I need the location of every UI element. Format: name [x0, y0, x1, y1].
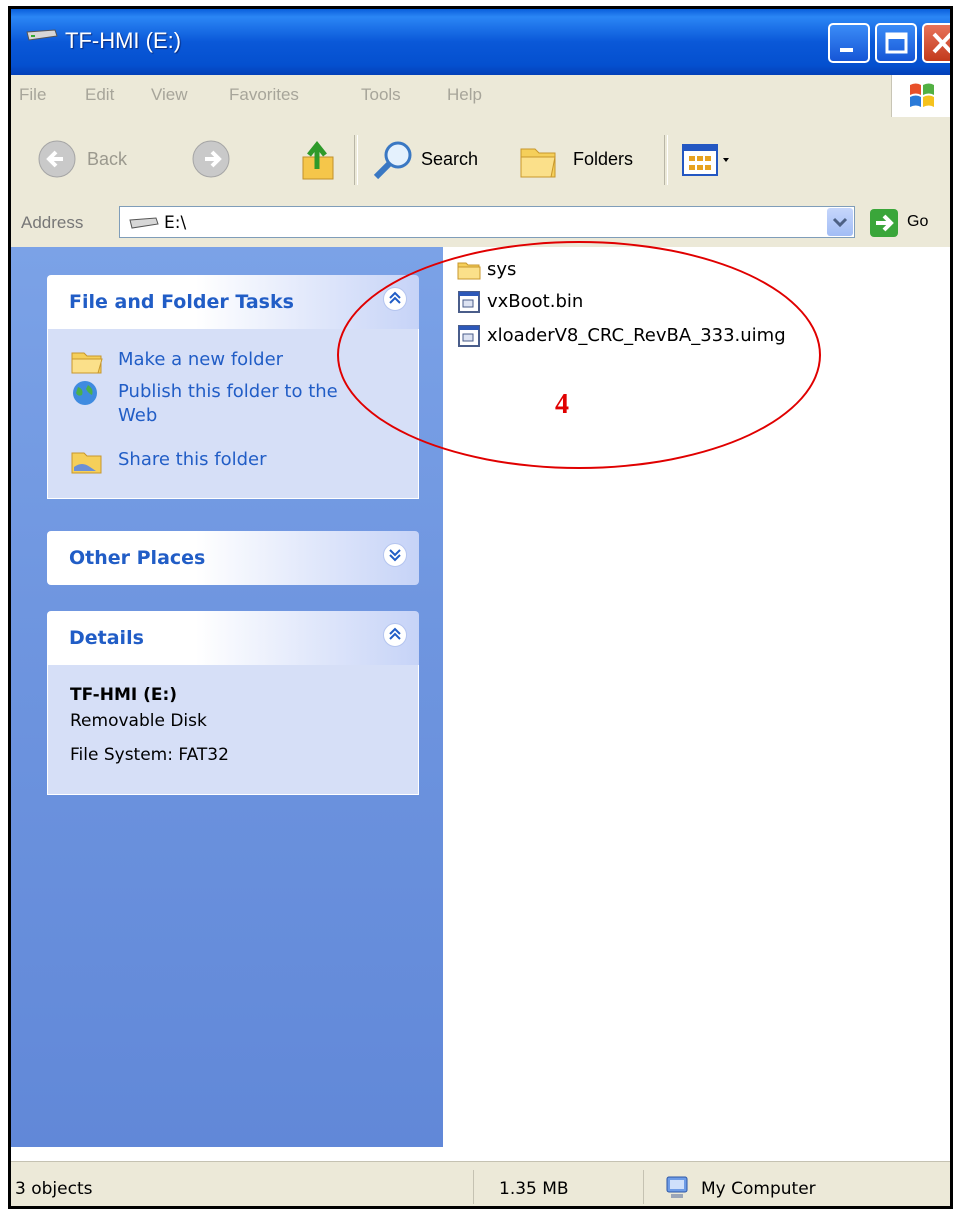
panel-title: Details	[69, 627, 144, 649]
folders-button[interactable]: Folders	[573, 149, 633, 170]
task-label: Make a new folder	[118, 349, 284, 370]
status-size: 1.35 MB	[499, 1179, 569, 1199]
forward-arrow-icon[interactable]	[191, 139, 231, 179]
minimize-button[interactable]	[828, 23, 870, 63]
toolbar-separator	[354, 135, 358, 185]
window-title: TF-HMI (E:)	[65, 28, 182, 53]
task-label: Share this folder	[118, 449, 267, 470]
drive-icon	[26, 29, 58, 41]
folders-icon[interactable]	[515, 141, 563, 181]
search-icon[interactable]	[368, 139, 418, 183]
address-dropdown-button[interactable]	[827, 208, 853, 236]
collapse-icon[interactable]	[383, 623, 407, 647]
maximize-button[interactable]	[875, 23, 917, 63]
expand-icon[interactable]	[383, 543, 407, 567]
details-drive-type: Removable Disk	[70, 711, 207, 731]
status-object-count: 3 objects	[15, 1179, 93, 1199]
windows-logo-icon	[891, 75, 950, 117]
panel-title: Other Places	[69, 547, 206, 569]
views-icon[interactable]	[681, 143, 737, 177]
task-label-line2: Web	[118, 405, 158, 426]
drive-icon	[129, 217, 159, 229]
menu-edit[interactable]: Edit	[85, 85, 114, 105]
status-divider	[643, 1170, 644, 1204]
menu-file[interactable]: File	[19, 85, 46, 105]
menu-tools[interactable]: Tools	[361, 85, 401, 105]
details-header[interactable]: Details	[47, 611, 419, 665]
menu-favorites[interactable]: Favorites	[229, 85, 299, 105]
back-arrow-icon[interactable]	[37, 139, 77, 179]
share-folder-icon	[71, 452, 102, 474]
search-button[interactable]: Search	[421, 149, 478, 170]
details-body: TF-HMI (E:) Removable Disk File System: …	[47, 665, 419, 795]
up-folder-icon[interactable]	[297, 137, 339, 183]
go-arrow-icon[interactable]	[869, 208, 899, 238]
status-bar: 3 objects 1.35 MB My Computer	[11, 1161, 950, 1206]
explorer-window: TF-HMI (E:) File Edit View Favorites Too…	[8, 6, 953, 1209]
my-computer-icon	[666, 1176, 688, 1198]
globe-icon	[73, 381, 97, 405]
status-location: My Computer	[701, 1179, 816, 1199]
panel-title: File and Folder Tasks	[69, 291, 294, 313]
menu-bar: File Edit View Favorites Tools Help	[11, 75, 950, 118]
address-input[interactable]: E:\	[119, 206, 855, 238]
details-filesystem: File System: FAT32	[70, 745, 229, 765]
details-drive-name: TF-HMI (E:)	[70, 685, 178, 705]
back-button[interactable]: Back	[87, 149, 127, 170]
status-divider	[473, 1170, 474, 1204]
menu-help[interactable]: Help	[447, 85, 482, 105]
go-button[interactable]: Go	[907, 213, 928, 231]
toolbar-separator	[664, 135, 668, 185]
file-list: sys vxBoot.bin xloaderV8_CRC_RevBA_333.u…	[337, 241, 950, 1147]
address-label: Address	[21, 213, 84, 232]
annotation-label: 4	[555, 389, 569, 420]
toolbar: Back Search Folders	[11, 117, 950, 200]
annotation-ellipse: 4	[337, 241, 821, 469]
new-folder-icon	[71, 352, 103, 374]
address-value: E:\	[164, 213, 187, 233]
title-bar[interactable]: TF-HMI (E:)	[11, 9, 950, 75]
close-button[interactable]	[922, 23, 950, 63]
other-places-header[interactable]: Other Places	[47, 531, 419, 585]
task-label: Publish this folder to the	[118, 381, 338, 402]
menu-view[interactable]: View	[151, 85, 188, 105]
address-bar: Address E:\ Go	[11, 199, 950, 248]
